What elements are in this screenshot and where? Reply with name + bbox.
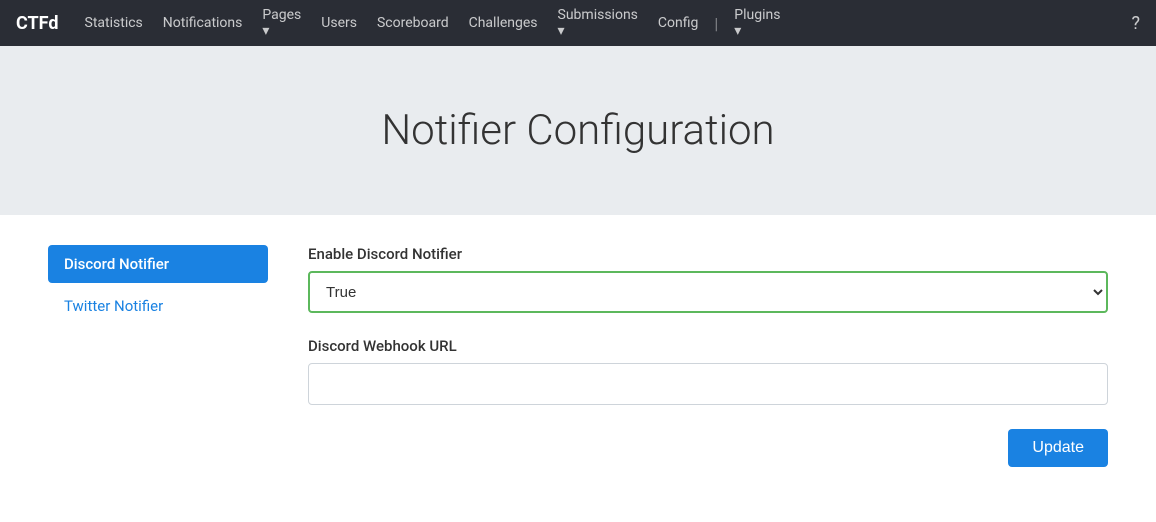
chevron-down-icon: ▾	[252, 23, 311, 39]
brand-logo[interactable]: CTFd	[16, 13, 59, 34]
hero-section: Notifier Configuration	[0, 46, 1156, 215]
main-content: Discord Notifier Twitter Notifier Enable…	[28, 215, 1128, 497]
webhook-group: Discord Webhook URL	[308, 337, 1108, 405]
nav-item-config[interactable]: Config	[648, 15, 708, 31]
update-button[interactable]: Update	[1008, 429, 1108, 467]
nav-list: Statistics Notifications Pages ▾ Users S…	[75, 7, 1132, 39]
webhook-label: Discord Webhook URL	[308, 337, 1108, 355]
enable-select[interactable]: True False	[308, 271, 1108, 313]
sidebar-item-twitter-notifier[interactable]: Twitter Notifier	[48, 287, 268, 325]
help-icon[interactable]: ?	[1131, 13, 1140, 34]
nav-item-notifications[interactable]: Notifications	[153, 15, 253, 31]
sidebar-item-discord-notifier[interactable]: Discord Notifier	[48, 245, 268, 283]
nav-item-challenges[interactable]: Challenges	[459, 15, 548, 31]
nav-divider: |	[708, 14, 724, 33]
enable-group: Enable Discord Notifier True False	[308, 245, 1108, 313]
chevron-down-icon: ▾	[724, 23, 790, 39]
navbar: CTFd Statistics Notifications Pages ▾ Us…	[0, 0, 1156, 46]
nav-item-scoreboard[interactable]: Scoreboard	[367, 15, 459, 31]
sidebar: Discord Notifier Twitter Notifier	[48, 245, 268, 467]
form-panel: Enable Discord Notifier True False Disco…	[308, 245, 1108, 467]
nav-item-pages[interactable]: Pages ▾	[252, 7, 311, 39]
nav-item-submissions[interactable]: Submissions ▾	[548, 7, 648, 39]
enable-label: Enable Discord Notifier	[308, 245, 1108, 263]
page-title: Notifier Configuration	[20, 106, 1136, 155]
nav-item-statistics[interactable]: Statistics	[75, 15, 153, 31]
webhook-input[interactable]	[308, 363, 1108, 405]
nav-item-plugins[interactable]: Plugins ▾	[724, 7, 790, 39]
nav-item-users[interactable]: Users	[311, 15, 367, 31]
chevron-down-icon: ▾	[548, 23, 648, 39]
navbar-right: ?	[1131, 13, 1140, 34]
